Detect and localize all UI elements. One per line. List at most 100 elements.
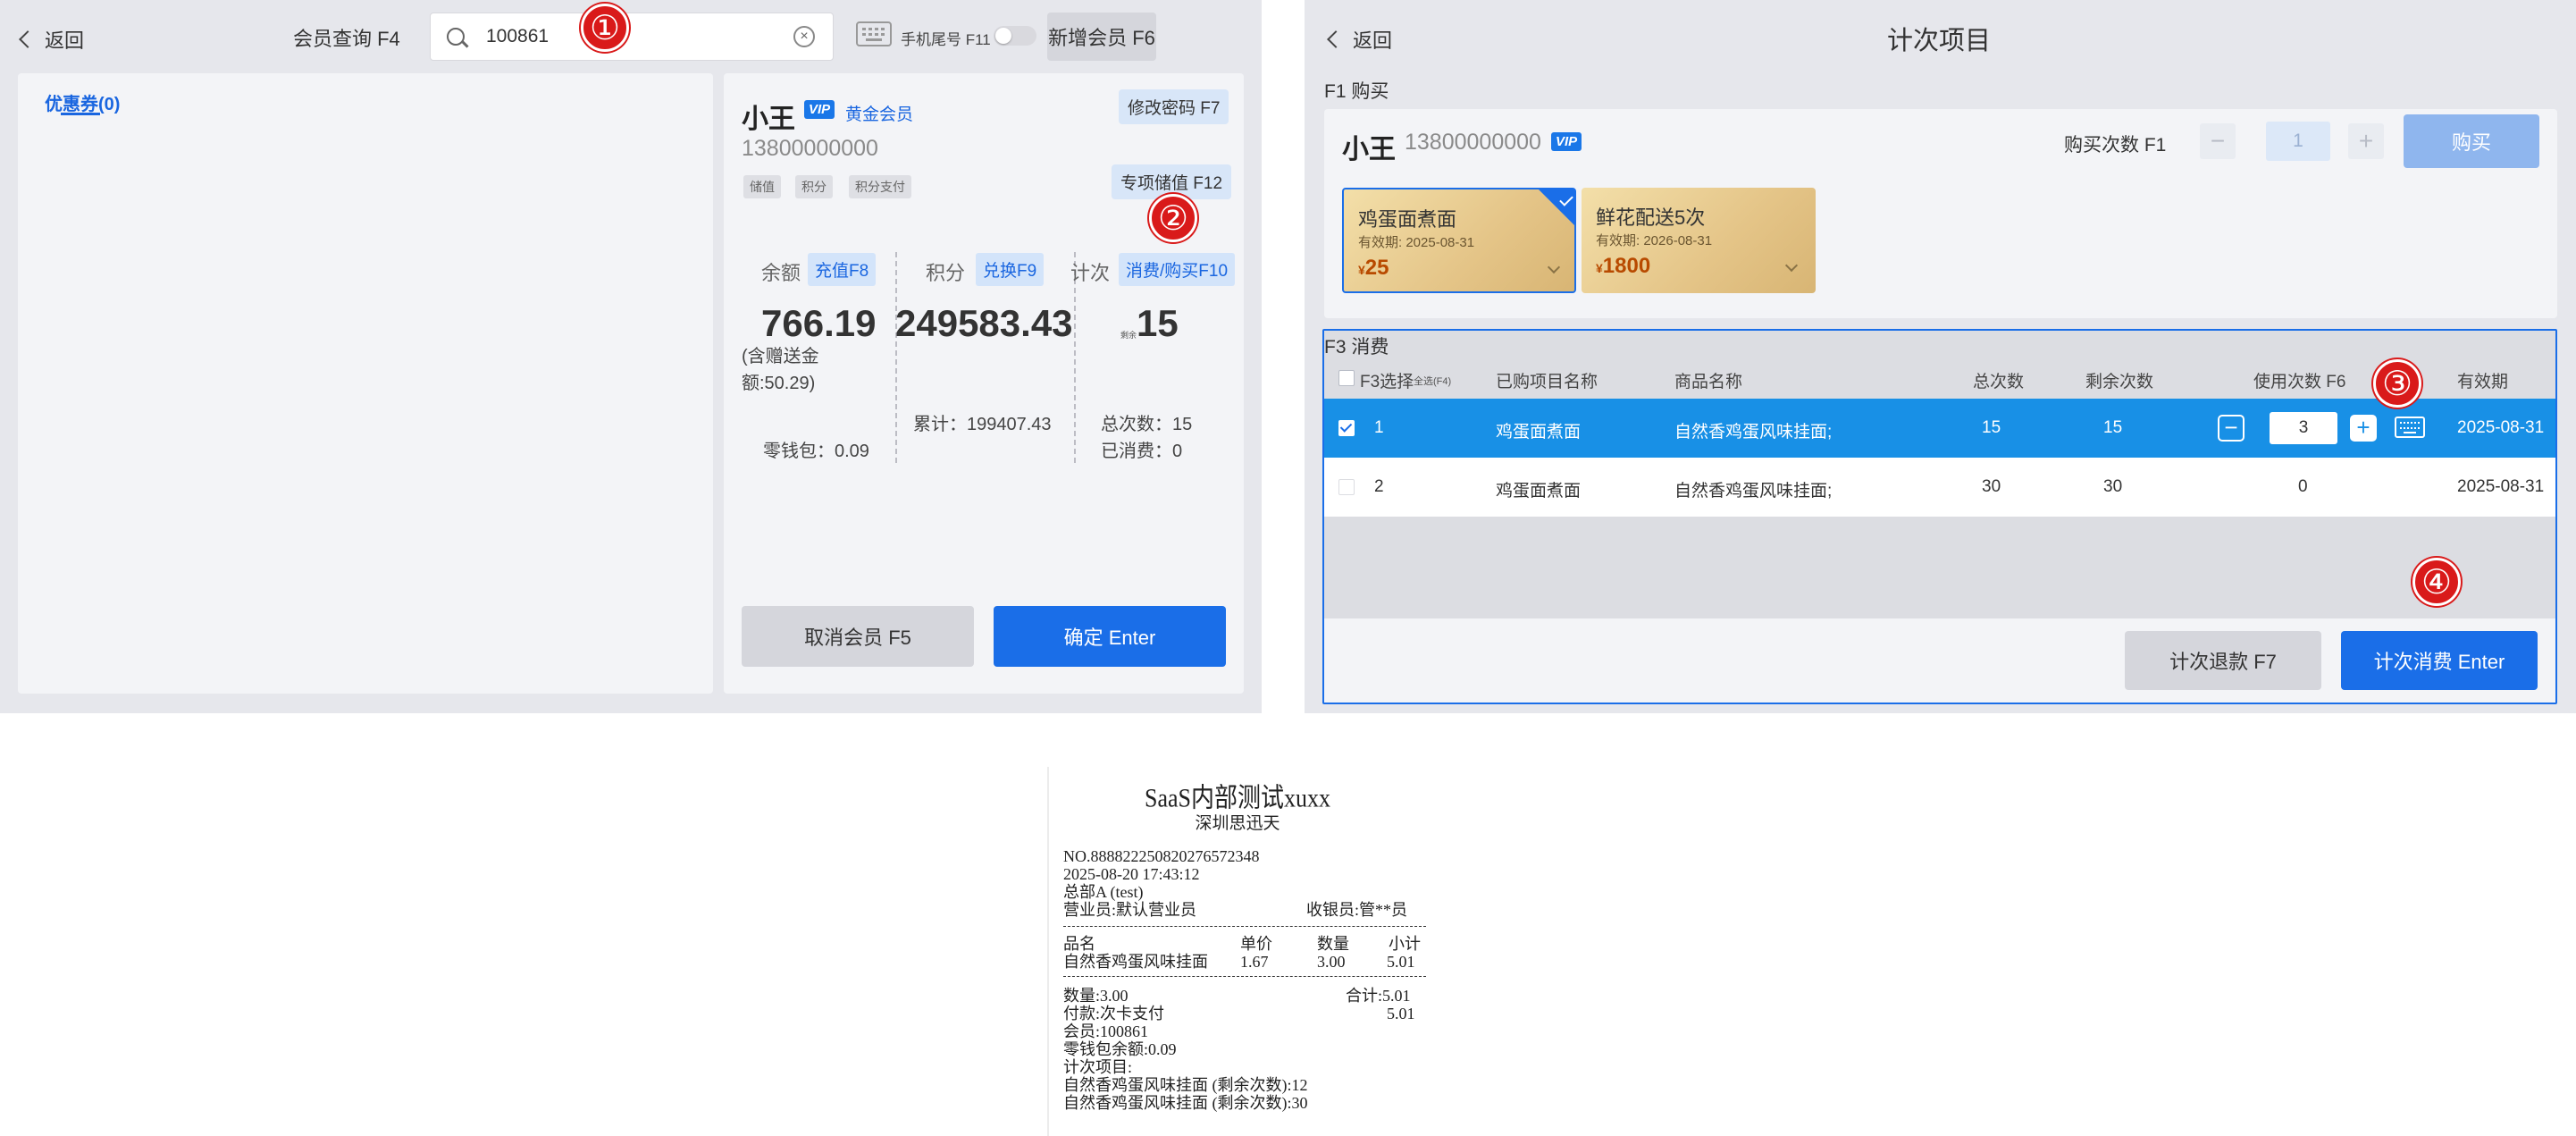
- marker-3: ③: [2373, 359, 2421, 408]
- wallet-balance: 零钱包：0.09: [763, 442, 869, 461]
- receipt-member: 会员:100861: [1063, 1022, 1149, 1040]
- back-label: 返回: [1353, 29, 1393, 52]
- receipt-remaining-1: 自然香鸡蛋风味挂面 (剩余次数):12: [1063, 1076, 1308, 1094]
- cancel-member-button[interactable]: 取消会员 F5: [742, 606, 974, 667]
- member-phone: 13800000000: [742, 136, 878, 161]
- member-name: 小王: [1342, 135, 1396, 164]
- chevron-left-icon: [1327, 30, 1345, 48]
- receipt-col-name: 品名: [1063, 935, 1095, 953]
- row-checkbox[interactable]: [1338, 479, 1355, 495]
- count-value: 15: [1137, 302, 1179, 344]
- card-title: 鸡蛋面煮面: [1358, 208, 1457, 231]
- use-minus-button[interactable]: −: [2218, 415, 2245, 442]
- vip-badge: VIP: [1551, 132, 1582, 151]
- row-total: 30: [1982, 477, 2001, 496]
- receipt-wallet: 零钱包余额:0.09: [1063, 1040, 1177, 1058]
- row-no: 1: [1374, 418, 1384, 437]
- back-button[interactable]: 返回: [1327, 25, 1393, 54]
- table-row[interactable]: 2 鸡蛋面煮面 自然香鸡蛋风味挂面; 30 30 0 2025-08-31: [1324, 458, 2555, 517]
- project-card-1[interactable]: 鸡蛋面煮面 有效期: 2025-08-31 ¥25: [1342, 188, 1576, 293]
- buy-count-label: 购买次数 F1: [2064, 135, 2167, 156]
- confirm-button[interactable]: 确定 Enter: [994, 606, 1226, 667]
- tab-coupons[interactable]: 优惠券(0): [45, 89, 120, 115]
- row-product: 自然香鸡蛋风味挂面;: [1674, 482, 1833, 501]
- receipt-payment-amount: 5.01: [1387, 1005, 1415, 1022]
- balance-value: 766.19: [761, 302, 877, 344]
- change-password-button[interactable]: 修改密码 F7: [1119, 89, 1229, 124]
- divider: [895, 252, 897, 463]
- row-project: 鸡蛋面煮面: [1496, 423, 1582, 442]
- marker-2: ②: [1149, 194, 1197, 242]
- buy-button[interactable]: 购买: [2404, 114, 2539, 168]
- buy-qty-input[interactable]: 1: [2266, 122, 2330, 161]
- receipt-col-qty: 数量: [1317, 935, 1349, 953]
- receipt-datetime: 2025-08-20 17:43:12: [1063, 865, 1200, 883]
- header-remaining: 剩余次数: [2085, 373, 2154, 391]
- recharge-button[interactable]: 充值F8: [808, 253, 877, 286]
- new-member-button[interactable]: 新增会员 F6: [1047, 13, 1156, 61]
- plus-button[interactable]: +: [2348, 123, 2384, 159]
- coupons-panel: [18, 73, 713, 694]
- receipt-divider: [1063, 926, 1426, 927]
- header-expiry: 有效期: [2457, 373, 2509, 391]
- back-button[interactable]: 返回: [19, 25, 85, 54]
- marker-1: ①: [581, 4, 629, 52]
- chevron-down-icon: [1547, 260, 1561, 274]
- header-select-all: 全选(F4): [1414, 376, 1452, 387]
- row-remaining: 30: [2103, 477, 2123, 496]
- count-items-screen: 返回 计次项目 F1 购买 小王 13800000000 VIP 购买次数 F1…: [1305, 0, 2576, 713]
- row-no: 2: [1374, 477, 1384, 496]
- redeem-button[interactable]: 兑换F9: [976, 253, 1045, 286]
- receipt-no: NO.888822250820276572348: [1063, 847, 1260, 865]
- project-card-2[interactable]: 鲜花配送5次 有效期: 2026-08-31 ¥1800: [1582, 188, 1816, 293]
- use-count-input[interactable]: 3: [2270, 412, 2337, 444]
- page-title: 计次项目: [1887, 27, 1992, 55]
- header-project: 已购项目名称: [1496, 373, 1598, 391]
- chevron-down-icon: [1784, 258, 1799, 273]
- keyboard-icon[interactable]: [2395, 417, 2425, 438]
- row-expiry: 2025-08-31: [2457, 418, 2545, 437]
- marker-4: ④: [2412, 558, 2461, 606]
- count-refund-button[interactable]: 计次退款 F7: [2125, 631, 2321, 690]
- member-level: 黄金会员: [845, 105, 914, 124]
- chevron-left-icon: [19, 30, 37, 48]
- receipt-subtitle: 深圳思迅天: [1195, 814, 1280, 833]
- search-box[interactable]: ×: [430, 13, 834, 61]
- table-row[interactable]: 1 鸡蛋面煮面 自然香鸡蛋风味挂面; 15 15 − 3 + 2025-08-3…: [1324, 399, 2555, 458]
- keyboard-icon[interactable]: [856, 21, 892, 46]
- header-product: 商品名称: [1674, 373, 1743, 391]
- row-remaining: 15: [2103, 418, 2123, 437]
- use-plus-button[interactable]: +: [2350, 415, 2377, 442]
- clear-icon[interactable]: ×: [793, 26, 815, 47]
- phone-tail-label: 手机尾号 F11: [901, 31, 991, 48]
- header-use: 使用次数 F6: [2253, 373, 2346, 391]
- select-all-checkbox[interactable]: [1338, 370, 1355, 386]
- receipt-item-qty: 3.00: [1317, 953, 1346, 971]
- receipt-item-name: 自然香鸡蛋风味挂面: [1063, 953, 1208, 971]
- card-title: 鲜花配送5次: [1596, 206, 1706, 229]
- receipt-remaining-2: 自然香鸡蛋风味挂面 (剩余次数):30: [1063, 1094, 1308, 1112]
- minus-button[interactable]: −: [2200, 123, 2236, 159]
- receipt-cashier: 收银员:管**员: [1306, 901, 1408, 919]
- tab-underline: [61, 113, 100, 115]
- row-total: 15: [1982, 418, 2001, 437]
- receipt-sum-total: 合计:5.01: [1346, 987, 1411, 1005]
- row-use: 0: [2298, 477, 2308, 496]
- receipt-count-items: 计次项目:: [1063, 1058, 1133, 1076]
- receipt-divider: [1063, 976, 1426, 977]
- back-label: 返回: [45, 29, 85, 52]
- card-expiry: 有效期: 2025-08-31: [1358, 235, 1475, 250]
- receipt-item-price: 1.67: [1240, 953, 1269, 971]
- header-total: 总次数: [1973, 373, 2025, 391]
- receipt-col-subtotal: 小计: [1389, 935, 1421, 953]
- member-phone: 13800000000: [1405, 130, 1541, 155]
- member-name: 小王: [742, 105, 795, 134]
- count-consume-button[interactable]: 计次消费 Enter: [2341, 631, 2538, 690]
- page-title: 会员查询 F4: [293, 28, 400, 50]
- phone-tail-toggle[interactable]: [994, 26, 1036, 46]
- count-consume-button[interactable]: 消费/购买F10: [1119, 253, 1236, 286]
- row-product: 自然香鸡蛋风味挂面;: [1674, 423, 1833, 442]
- receipt: SaaS内部测试xuxx 深圳思迅天 NO.888822250820276572…: [1047, 767, 1426, 1136]
- points-label: 积分: [926, 262, 966, 284]
- row-checkbox[interactable]: [1338, 420, 1355, 436]
